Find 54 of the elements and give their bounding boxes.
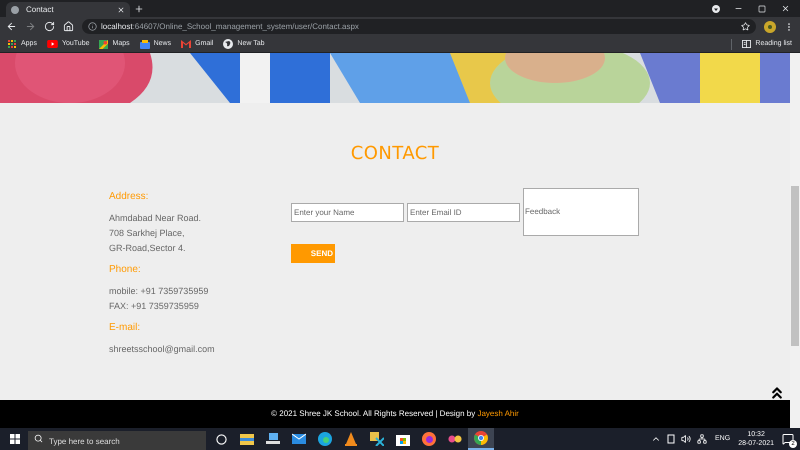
news-icon	[140, 40, 150, 48]
play-icon	[46, 40, 58, 48]
contact-line: 708 Sarkhej Place,	[109, 227, 186, 240]
windows-logo-icon[interactable]	[10, 434, 20, 444]
taskbar-app[interactable]	[468, 428, 494, 450]
url-text: localhost:64607/Online_School_management_system/user/Contact.aspx	[101, 20, 360, 32]
cortana-icon	[216, 434, 226, 444]
bookmark-star-icon[interactable]	[741, 22, 750, 31]
footer-text: © 2021 Shree JK School. All Rights Reserved | Design by Jayesh Ahir	[271, 408, 519, 420]
notifications-icon[interactable]	[782, 433, 794, 445]
contact-line: FAX: +91 7359735959	[109, 300, 200, 313]
computer-icon	[266, 432, 280, 446]
folder-icon	[240, 432, 254, 446]
name-field[interactable]: Enter your Name	[291, 202, 404, 222]
apps-grid-icon	[8, 40, 17, 48]
contact-line: GR-Road,Sector 4.	[109, 242, 187, 255]
scrollbar-thumb[interactable]	[791, 186, 799, 346]
mail-icon	[292, 432, 306, 446]
store-bag-icon	[396, 432, 410, 446]
reading-list-icon	[742, 40, 752, 48]
home-icon[interactable]	[63, 21, 74, 32]
address-bar[interactable]: localhost:64607/Online_School_management_system/user/Contact.aspx	[82, 19, 756, 34]
search-icon	[34, 434, 43, 443]
volume-icon[interactable]	[681, 434, 692, 444]
browser-tab[interactable]: Contact	[6, 2, 130, 17]
feedback-field[interactable]: Feedback	[523, 188, 639, 236]
map-icon	[99, 40, 108, 48]
globe-icon	[11, 6, 19, 14]
tab-title: Contact	[26, 4, 55, 16]
globe-icon	[223, 39, 234, 49]
contact-line: shreetsschool@gmail.com	[109, 343, 216, 356]
page-heading: CONTACT	[350, 143, 440, 165]
forward-icon[interactable]	[25, 21, 36, 32]
author-link[interactable]: Jayesh Ahir	[477, 409, 519, 418]
section-heading: Address:	[109, 190, 150, 204]
back-icon[interactable]	[6, 21, 17, 32]
mail-icon	[181, 40, 192, 48]
contact-line: mobile: +91 7359735959	[109, 285, 210, 298]
email-field[interactable]: Enter Email ID	[407, 202, 520, 222]
reload-icon[interactable]	[44, 21, 55, 32]
contact-line: Ahmdabad Near Road.	[109, 212, 202, 225]
chrome-icon	[474, 431, 488, 445]
maximize-icon[interactable]	[758, 5, 766, 13]
section-heading: E-mail:	[109, 321, 142, 335]
close-icon[interactable]	[781, 4, 790, 13]
close-icon[interactable]	[117, 6, 125, 14]
profile-dropdown-icon[interactable]	[712, 5, 720, 13]
new-tab-icon[interactable]	[134, 4, 144, 14]
section-heading: Phone:	[109, 263, 142, 277]
traffic-cone-icon	[344, 432, 358, 446]
taskbar-search-field[interactable]: Type here to search	[28, 430, 206, 450]
avatar-icon[interactable]	[764, 20, 776, 32]
info-icon[interactable]	[88, 22, 97, 31]
network-icon[interactable]	[697, 434, 708, 444]
